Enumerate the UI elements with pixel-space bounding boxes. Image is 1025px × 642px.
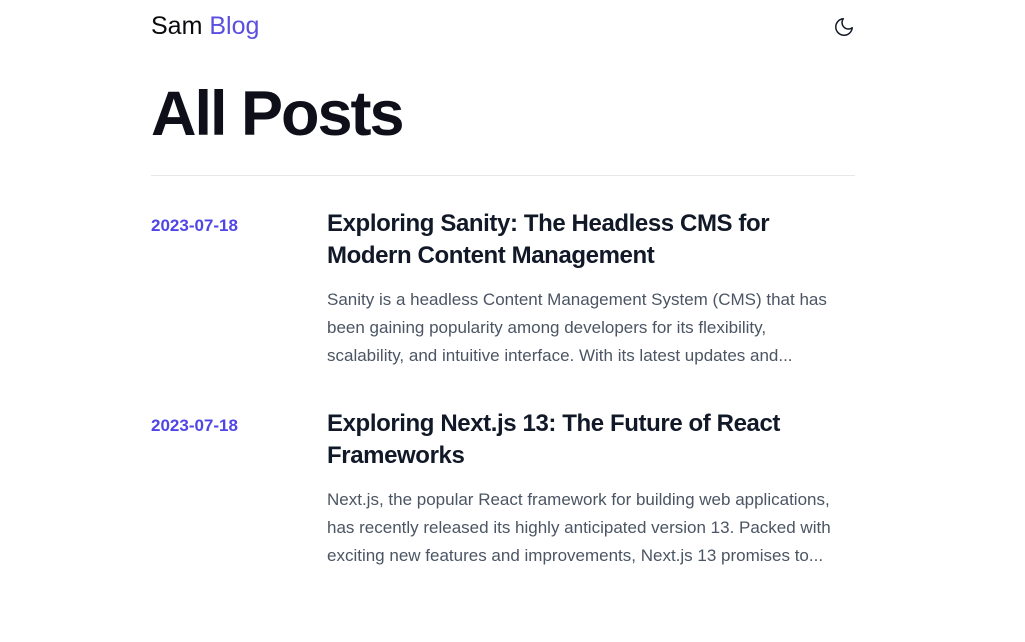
- site-header: Sam Blog: [151, 0, 855, 54]
- post-excerpt: Next.js, the popular React framework for…: [327, 490, 831, 565]
- post-list-item: 2023-07-18 Exploring Sanity: The Headles…: [151, 193, 855, 370]
- moon-icon: [835, 18, 853, 36]
- post-body: Exploring Next.js 13: The Future of Reac…: [327, 401, 855, 570]
- page-title: All Posts: [151, 79, 405, 149]
- post-body: Exploring Sanity: The Headless CMS for M…: [327, 193, 855, 370]
- theme-toggle-button[interactable]: [831, 14, 857, 40]
- post-date: 2023-07-18: [151, 416, 238, 435]
- post-list-item: 2023-07-18 Exploring Next.js 13: The Fut…: [151, 401, 855, 570]
- post-date: 2023-07-18: [151, 216, 238, 235]
- brand-name: Sam: [151, 12, 203, 40]
- brand-accent: Blog: [209, 12, 260, 40]
- divider: [151, 175, 855, 176]
- post-excerpt: Sanity is a headless Content Management …: [327, 290, 827, 365]
- post-title-link[interactable]: Exploring Next.js 13: The Future of Reac…: [327, 408, 855, 472]
- post-title-link[interactable]: Exploring Sanity: The Headless CMS for M…: [327, 208, 855, 272]
- page-container: Sam Blog All Posts 2023-07-18 Exploring …: [151, 0, 855, 570]
- site-logo-link[interactable]: Sam Blog: [151, 14, 259, 39]
